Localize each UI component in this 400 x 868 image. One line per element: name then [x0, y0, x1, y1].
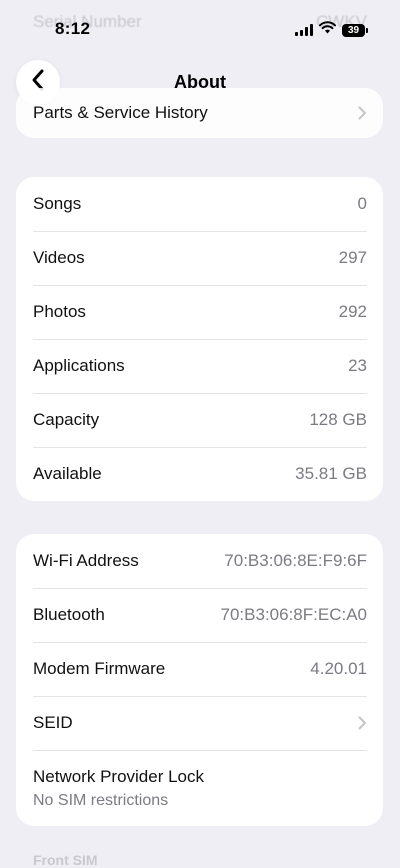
- available-row: Available 35.81 GB: [16, 447, 383, 501]
- row-value: 4.20.01: [310, 659, 367, 678]
- videos-row: Videos 297: [16, 231, 383, 285]
- row-label: Capacity: [33, 410, 100, 429]
- row-value: 35.81 GB: [295, 464, 367, 483]
- row-value: 128 GB: [309, 410, 367, 429]
- status-time: 8:12: [55, 19, 91, 38]
- row-label: Photos: [33, 302, 86, 321]
- row-value: 70:B3:06:8E:F9:6F: [224, 551, 367, 570]
- row-label: Modem Firmware: [33, 659, 166, 678]
- row-value: 292: [338, 302, 367, 321]
- cellular-signal-icon: [295, 24, 313, 36]
- applications-row: Applications 23: [16, 339, 383, 393]
- row-label: Parts & Service History: [33, 103, 208, 122]
- row-value: 0: [357, 194, 367, 213]
- row-label: Network Provider Lock: [33, 766, 205, 786]
- row-label: Videos: [33, 248, 85, 267]
- capacity-row: Capacity 128 GB: [16, 393, 383, 447]
- wifi-address-row: Wi-Fi Address 70:B3:06:8E:F9:6F: [16, 534, 383, 588]
- row-value: 297: [338, 248, 367, 267]
- row-subtitle: No SIM restrictions: [33, 791, 169, 809]
- row-label: SEID: [33, 713, 73, 732]
- row-label: Applications: [33, 356, 125, 375]
- row-value: 23: [348, 356, 367, 375]
- parts-service-history-row[interactable]: Parts & Service History: [16, 88, 383, 138]
- status-icons: 39: [295, 21, 368, 39]
- wifi-icon: [319, 21, 336, 39]
- row-label: Songs: [33, 194, 82, 213]
- status-bar: 8:12 39: [0, 0, 400, 60]
- row-label: Wi-Fi Address: [33, 551, 139, 570]
- network-provider-lock-row: Network Provider Lock No SIM restriction…: [16, 750, 383, 826]
- parts-service-card: Parts & Service History: [16, 88, 383, 138]
- row-label: Bluetooth: [33, 605, 105, 624]
- row-value: 70:B3:06:8F:EC:A0: [220, 605, 367, 624]
- media-storage-card: Songs 0 Videos 297 Photos 292 Applicatio…: [16, 177, 383, 501]
- chevron-right-icon: [358, 106, 367, 120]
- battery-icon: 39: [342, 23, 368, 37]
- network-info-card: Wi-Fi Address 70:B3:06:8E:F9:6F Bluetoot…: [16, 534, 383, 826]
- row-label: Available: [33, 464, 102, 483]
- bluetooth-row: Bluetooth 70:B3:06:8F:EC:A0: [16, 588, 383, 642]
- modem-firmware-row: Modem Firmware 4.20.01: [16, 642, 383, 696]
- seid-row[interactable]: SEID: [16, 696, 383, 750]
- songs-row: Songs 0: [16, 177, 383, 231]
- chevron-right-icon: [358, 716, 367, 730]
- photos-row: Photos 292: [16, 285, 383, 339]
